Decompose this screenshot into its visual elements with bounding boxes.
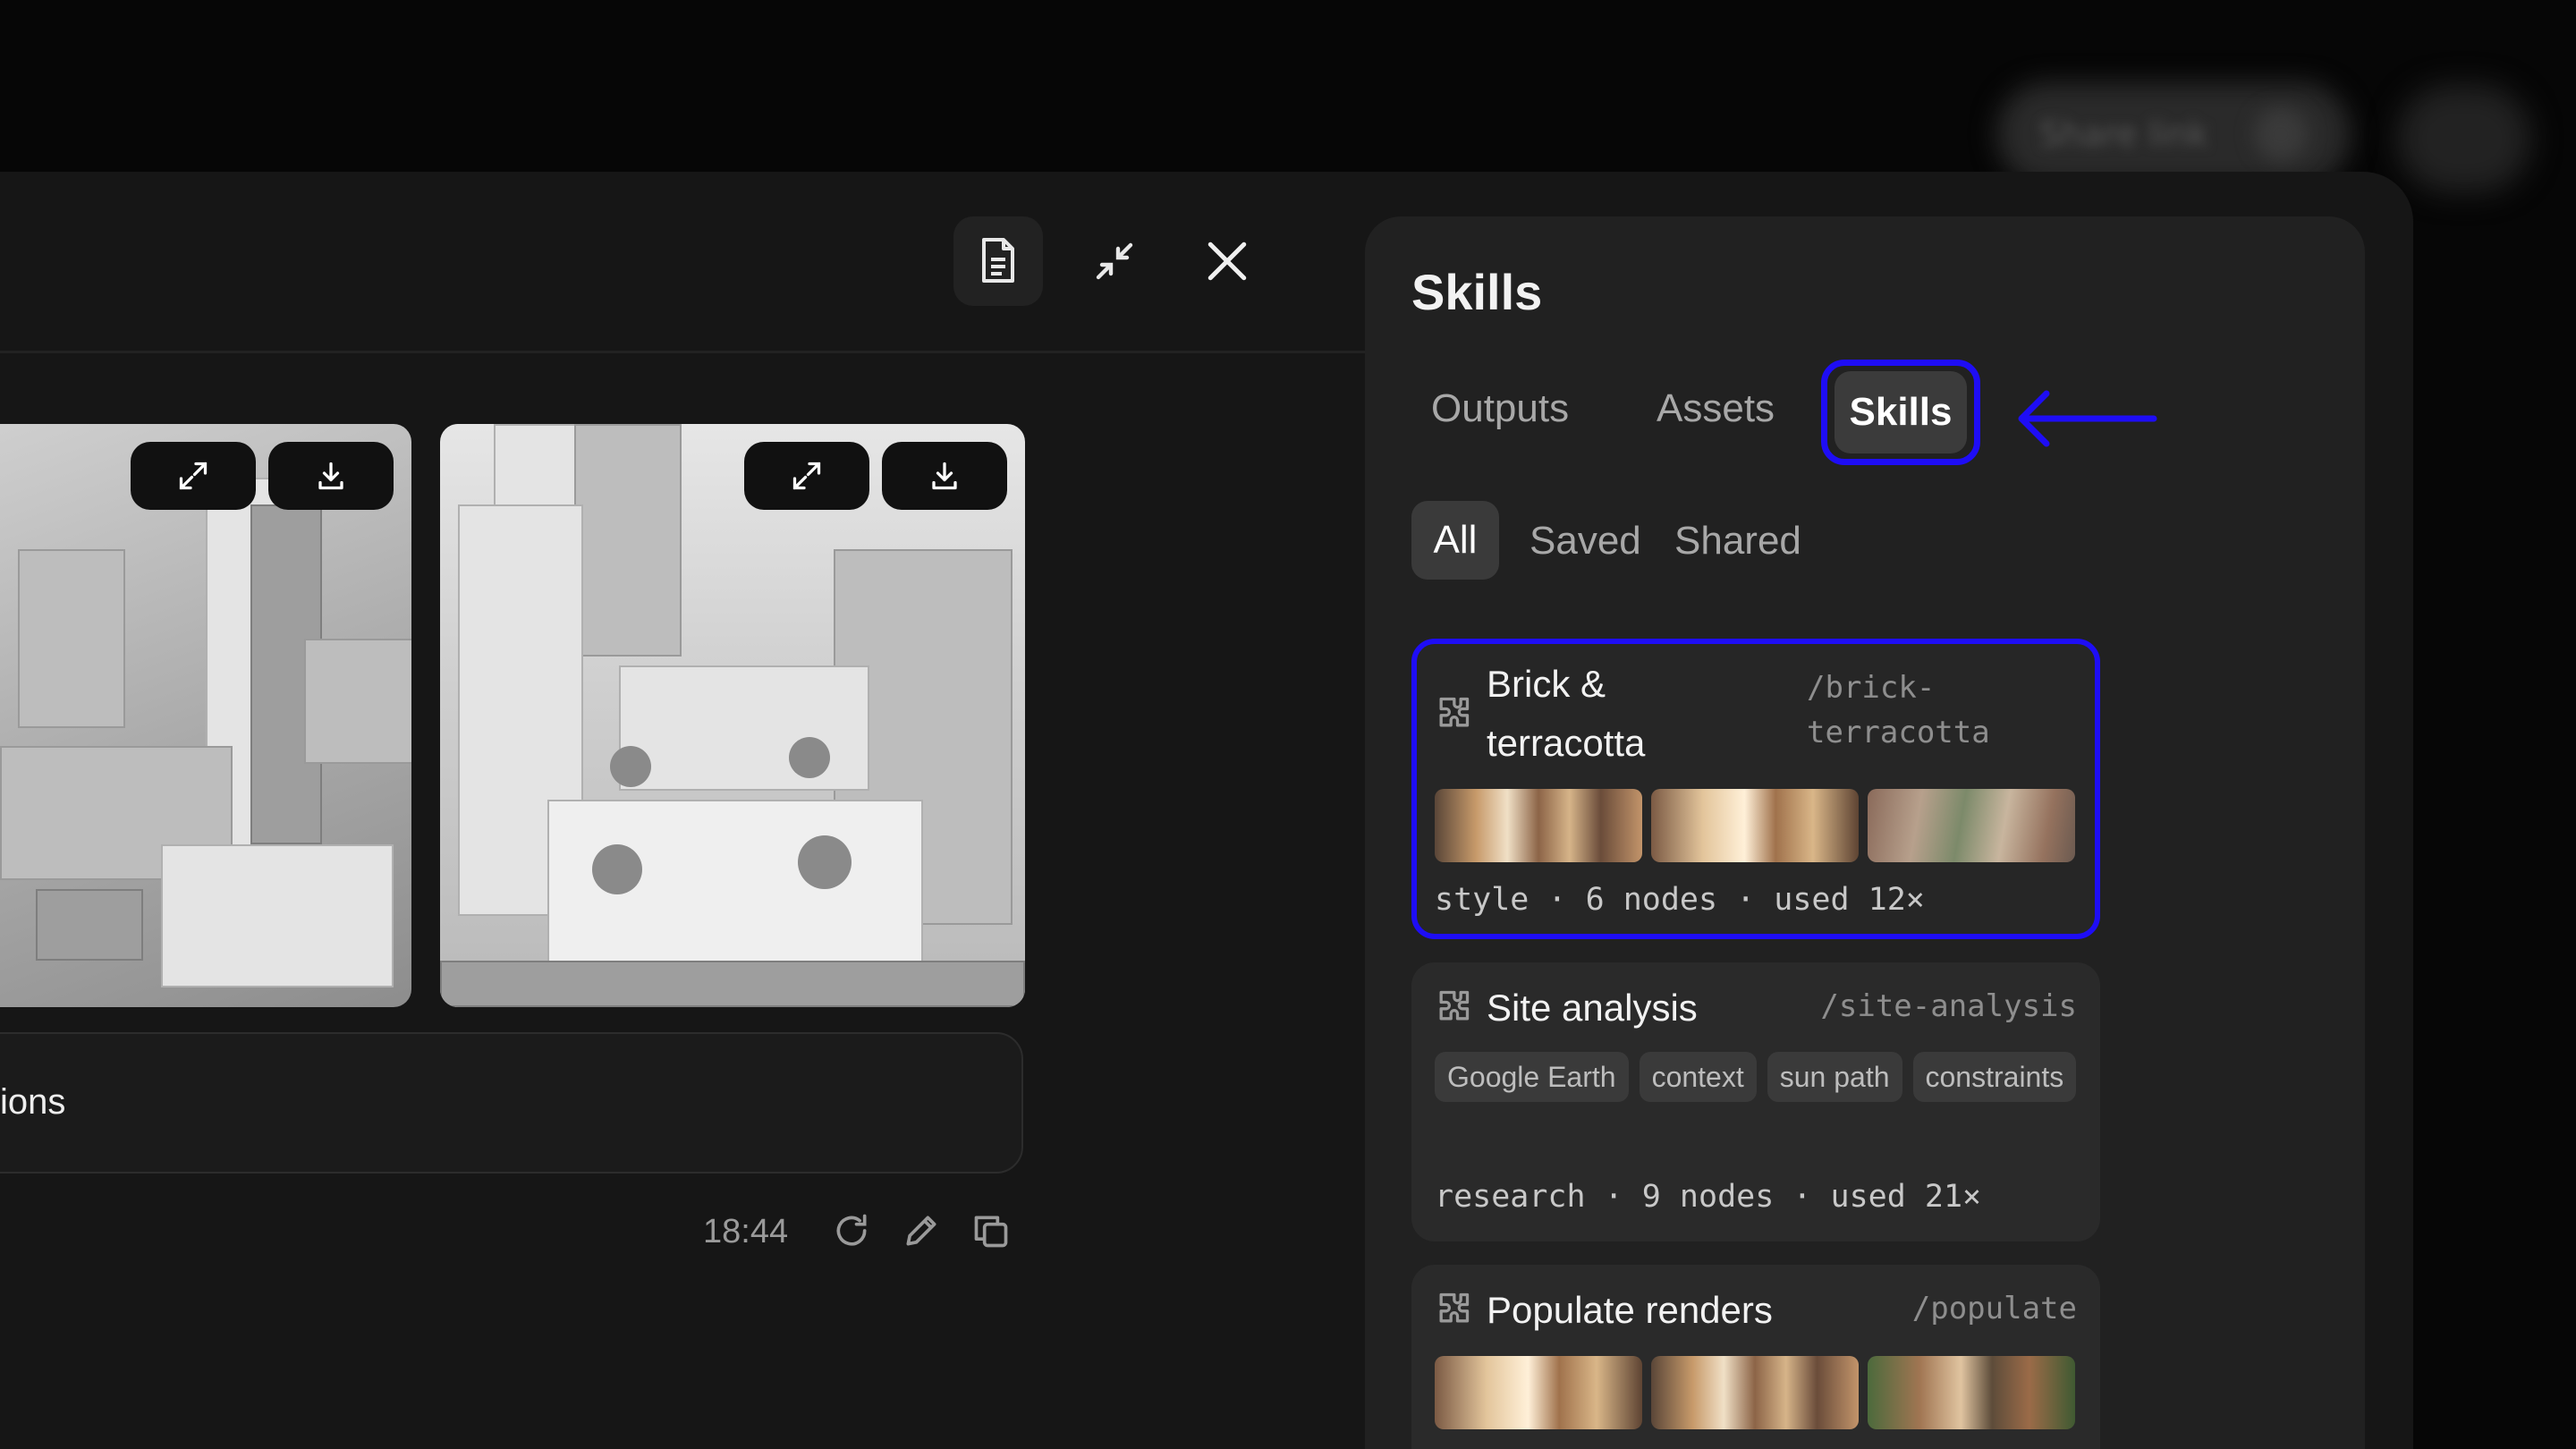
arrow-left-icon xyxy=(2018,390,2157,447)
tag: context xyxy=(1639,1052,1757,1102)
expand-icon xyxy=(792,462,821,490)
message-text: ions xyxy=(0,1082,66,1122)
collapse-button[interactable] xyxy=(1070,216,1159,306)
download-image-button[interactable] xyxy=(268,442,394,510)
skill-slug: /site-analysis xyxy=(1820,988,2077,1024)
collapse-icon xyxy=(1096,242,1133,280)
skill-slug: /brick- terracotta xyxy=(1807,670,1990,750)
document-button[interactable] xyxy=(953,216,1043,306)
skill-name: Brick & terracotta xyxy=(1487,663,1646,764)
download-icon xyxy=(932,462,957,490)
puzzle-icon xyxy=(1439,1292,1470,1323)
thumbnail xyxy=(1868,789,2075,862)
render-image-1[interactable] xyxy=(0,424,411,1007)
refresh-icon[interactable] xyxy=(832,1211,871,1250)
filter-shared[interactable]: Shared xyxy=(1674,519,1801,564)
skill-card-brick-terracotta[interactable]: Brick & terracotta /brick- terracotta st… xyxy=(1411,639,2100,939)
expand-image-button[interactable] xyxy=(744,442,869,510)
tab-skills-label: Skills xyxy=(1835,371,1967,453)
tab-skills[interactable]: Skills xyxy=(1821,360,1980,465)
skill-tags: Google Earth context sun path constraint… xyxy=(1435,1052,2079,1102)
thumbnail xyxy=(1651,1356,1859,1429)
message-time: 18:44 xyxy=(703,1213,789,1250)
blurred-share-label: Share link xyxy=(2039,114,2208,154)
tab-assets[interactable]: Assets xyxy=(1657,386,1775,431)
skill-slug: /populate xyxy=(1911,1291,2077,1326)
blurred-avatar xyxy=(2397,85,2531,192)
thumbnail xyxy=(1435,789,1642,862)
expand-icon xyxy=(179,462,208,490)
skill-thumbnails xyxy=(1435,789,2075,862)
skill-name: Populate renders xyxy=(1487,1289,1773,1331)
skill-card-site-analysis[interactable]: Site analysis /site-analysis Google Eart… xyxy=(1411,962,2100,1241)
tab-outputs[interactable]: Outputs xyxy=(1431,386,1569,431)
skill-meta: style · 6 nodes · used 12× xyxy=(1435,882,1925,918)
render-image-2[interactable] xyxy=(440,424,1025,1007)
thumbnail xyxy=(1435,1356,1642,1429)
puzzle-icon xyxy=(1439,697,1470,727)
skill-card-populate-renders[interactable]: Populate renders /populate xyxy=(1411,1265,2100,1449)
download-icon xyxy=(318,462,343,490)
tag: constraints xyxy=(1912,1052,2077,1102)
header-divider xyxy=(0,351,1365,353)
thumbnail xyxy=(1651,789,1859,862)
close-button[interactable] xyxy=(1182,216,1272,306)
message-bubble xyxy=(0,1032,1023,1174)
download-image-button[interactable] xyxy=(882,442,1007,510)
tag: Google Earth xyxy=(1435,1052,1629,1102)
close-icon xyxy=(1208,242,1247,281)
document-icon xyxy=(982,238,1014,283)
edit-icon[interactable] xyxy=(902,1211,941,1250)
filter-saved[interactable]: Saved xyxy=(1530,519,1641,564)
skill-name: Site analysis xyxy=(1487,987,1698,1029)
skill-meta: research · 9 nodes · used 21× xyxy=(1435,1179,1982,1215)
skill-thumbnails xyxy=(1435,1356,2075,1429)
tag: sun path xyxy=(1767,1052,1902,1102)
thumbnail xyxy=(1868,1356,2075,1429)
puzzle-icon xyxy=(1439,990,1470,1021)
blurred-share-icon xyxy=(2254,107,2308,161)
copy-icon[interactable] xyxy=(971,1211,1011,1250)
panel-title: Skills xyxy=(1411,264,1543,320)
filter-all[interactable]: All xyxy=(1411,501,1499,580)
expand-image-button[interactable] xyxy=(131,442,256,510)
